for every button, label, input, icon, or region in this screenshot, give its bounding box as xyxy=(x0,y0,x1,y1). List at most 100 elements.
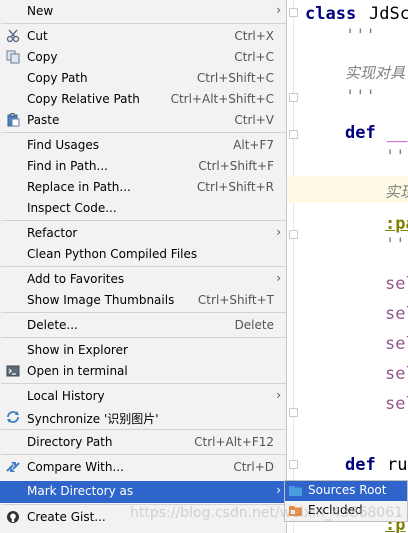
menu-separator xyxy=(1,266,286,267)
terminal-icon xyxy=(6,365,20,377)
code-docstring-quote: '' xyxy=(385,235,406,255)
menu-item-label: Open in terminal xyxy=(27,364,128,378)
menu-item-delete[interactable]: Delete... Delete xyxy=(0,315,286,336)
code-self: sel xyxy=(385,304,408,324)
menu-item-label: New xyxy=(27,4,54,18)
fold-marker[interactable] xyxy=(289,230,298,239)
menu-item-label: Show Image Thumbnails xyxy=(27,293,175,307)
menu-item-mark-directory-as[interactable]: Mark Directory as › xyxy=(0,481,286,503)
submenu-arrow-icon: › xyxy=(276,388,281,402)
code-docstring-quote: ''' xyxy=(345,87,376,107)
menu-item-label: Paste xyxy=(27,113,60,127)
menu-shortcut: Alt+F7 xyxy=(233,138,274,152)
code-def-name: __ xyxy=(387,123,408,143)
code-def-keyword: def xyxy=(345,123,376,143)
menu-shortcut: Ctrl+Shift+R xyxy=(196,180,274,194)
menu-item-refactor[interactable]: Refactor › xyxy=(0,223,286,244)
fold-marker[interactable] xyxy=(289,460,298,469)
sync-icon xyxy=(7,411,19,423)
code-self: sel xyxy=(385,394,408,414)
copy-icon xyxy=(6,50,20,64)
menu-item-copy-relative-path[interactable]: Copy Relative Path Ctrl+Alt+Shift+C xyxy=(0,89,286,110)
menu-separator xyxy=(1,132,286,133)
gutter-line xyxy=(293,0,294,533)
fold-marker[interactable] xyxy=(289,93,298,102)
code-def-name: ru xyxy=(387,455,408,475)
menu-item-label: Find in Path... xyxy=(27,159,108,173)
scissors-icon xyxy=(6,29,20,43)
menu-separator xyxy=(1,383,286,384)
compare-icon xyxy=(6,462,20,472)
submenu-arrow-icon: › xyxy=(276,271,281,285)
fold-marker[interactable] xyxy=(289,130,298,139)
menu-item-label: Refactor xyxy=(27,226,78,240)
menu-separator xyxy=(1,23,286,24)
menu-shortcut: Ctrl+Shift+T xyxy=(197,293,274,307)
code-def-keyword: def xyxy=(345,455,376,475)
menu-item-label: Cut xyxy=(27,29,48,43)
paste-icon xyxy=(7,113,20,127)
menu-separator xyxy=(1,337,286,338)
menu-separator xyxy=(1,429,286,430)
menu-item-copy[interactable]: Copy Ctrl+C xyxy=(0,47,286,68)
menu-item-label: Show in Explorer xyxy=(27,343,128,357)
menu-item-inspect-code[interactable]: Inspect Code... xyxy=(0,198,286,219)
menu-item-open-in-terminal[interactable]: Open in terminal xyxy=(0,361,286,382)
menu-item-clean-python-compiled-files[interactable]: Clean Python Compiled Files xyxy=(0,244,286,265)
menu-shortcut: Ctrl+Alt+F12 xyxy=(194,435,274,449)
menu-item-label: Clean Python Compiled Files xyxy=(27,247,198,261)
menu-shortcut: Ctrl+V xyxy=(234,113,274,127)
menu-item-label: Replace in Path... xyxy=(27,180,131,194)
menu-item-label: Add to Favorites xyxy=(27,272,125,286)
menu-item-label: Copy Path xyxy=(27,71,88,85)
menu-item-label: Local History xyxy=(27,389,105,403)
menu-shortcut: Ctrl+Shift+C xyxy=(196,71,274,85)
menu-separator xyxy=(1,454,286,455)
code-editor[interactable]: class JdSco ''' 实现对具 ''' def __ '' 实现 :p… xyxy=(287,0,408,533)
menu-separator xyxy=(1,312,286,313)
fold-marker[interactable] xyxy=(289,408,298,417)
menu-separator xyxy=(1,220,286,221)
menu-item-add-to-favorites[interactable]: Add to Favorites › xyxy=(0,269,286,290)
context-menu: New › Cut Ctrl+X Copy Ctrl+C Copy Path C… xyxy=(0,0,287,533)
menu-shortcut: Ctrl+C xyxy=(234,50,274,64)
menu-item-show-in-explorer[interactable]: Show in Explorer xyxy=(0,340,286,361)
menu-shortcut: Delete xyxy=(234,318,274,332)
menu-item-cut[interactable]: Cut Ctrl+X xyxy=(0,26,286,47)
code-docstring-text: 实现 xyxy=(385,183,408,201)
menu-item-new[interactable]: New › xyxy=(0,1,286,22)
menu-item-label: Find Usages xyxy=(27,138,100,152)
github-icon xyxy=(7,511,19,523)
code-docstring-quote: '' xyxy=(385,147,406,167)
code-self: sel xyxy=(385,274,408,294)
menu-item-label: Compare With... xyxy=(27,460,124,474)
menu-shortcut: Ctrl+Shift+F xyxy=(198,159,274,173)
menu-item-label: Synchronize '识别图片' xyxy=(27,412,159,426)
menu-item-label: Copy Relative Path xyxy=(27,92,140,106)
code-docstring-quote: ''' xyxy=(345,26,376,46)
code-self: sel xyxy=(385,364,408,384)
submenu-arrow-icon: › xyxy=(276,3,281,17)
menu-item-label: Directory Path xyxy=(27,435,113,449)
submenu-item-label: Sources Root xyxy=(308,483,387,497)
code-self: sel xyxy=(385,334,408,354)
menu-item-replace-in-path[interactable]: Replace in Path... Ctrl+Shift+R xyxy=(0,177,286,198)
fold-marker[interactable] xyxy=(289,8,298,17)
menu-item-directory-path[interactable]: Directory Path Ctrl+Alt+F12 xyxy=(0,432,286,453)
menu-item-local-history[interactable]: Local History › xyxy=(0,386,286,407)
menu-item-find-usages[interactable]: Find Usages Alt+F7 xyxy=(0,135,286,156)
menu-item-compare-with[interactable]: Compare With... Ctrl+D xyxy=(0,457,286,478)
menu-item-label: Mark Directory as xyxy=(27,484,134,498)
submenu-arrow-icon: › xyxy=(276,483,281,497)
menu-item-label: Inspect Code... xyxy=(27,201,117,215)
menu-shortcut: Ctrl+X xyxy=(234,29,274,43)
menu-item-label: Copy xyxy=(27,50,58,64)
menu-item-find-in-path[interactable]: Find in Path... Ctrl+Shift+F xyxy=(0,156,286,177)
menu-item-show-image-thumbnails[interactable]: Show Image Thumbnails Ctrl+Shift+T xyxy=(0,290,286,311)
menu-item-synchronize[interactable]: Synchronize '识别图片' xyxy=(0,407,286,428)
watermark: https://blog.csdn.net/weixin_43868061 xyxy=(130,505,404,521)
menu-item-paste[interactable]: Paste Ctrl+V xyxy=(0,110,286,131)
submenu-item-sources-root[interactable]: Sources Root xyxy=(285,481,407,501)
code-class-keyword: class xyxy=(305,4,357,24)
menu-item-copy-path[interactable]: Copy Path Ctrl+Shift+C xyxy=(0,68,286,89)
